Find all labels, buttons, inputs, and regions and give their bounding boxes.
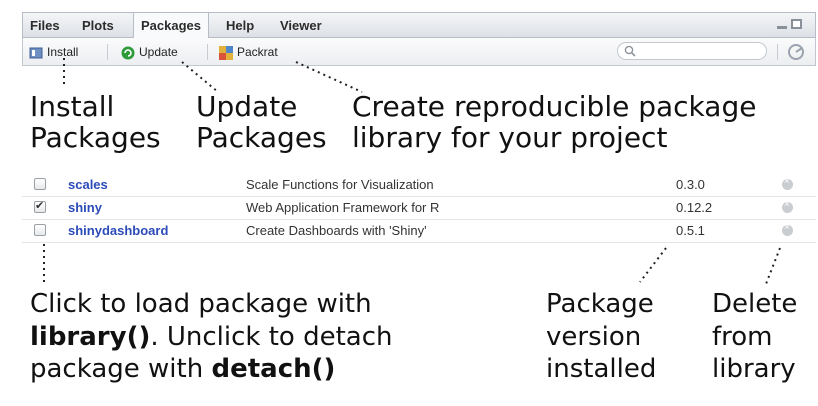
detach-code: detach() bbox=[211, 354, 336, 384]
annotation-line: version bbox=[546, 321, 642, 352]
annotation-line: package with detach() bbox=[30, 353, 393, 386]
version-leader-line bbox=[639, 247, 667, 283]
annotation-text: package with bbox=[30, 354, 212, 384]
annotation-line: Click to load package with bbox=[30, 288, 393, 321]
update-leader-line bbox=[181, 61, 219, 93]
annotation-line: Package bbox=[546, 289, 654, 319]
annotation-text: . Unclick to detach bbox=[150, 321, 393, 352]
annotation-line: from bbox=[712, 321, 773, 352]
version-annotation: Package version installed bbox=[546, 288, 656, 386]
annotation-line: library(). Unclick to detach bbox=[30, 321, 393, 354]
delete-annotation: Delete from library bbox=[712, 288, 797, 386]
load-package-annotation: Click to load package with library(). Un… bbox=[30, 288, 393, 386]
annotation-line: Delete bbox=[712, 289, 798, 319]
delete-leader-line bbox=[765, 247, 781, 285]
library-code: library() bbox=[30, 321, 151, 352]
annotation-text: Click to load package with bbox=[30, 289, 372, 319]
packrat-leader-line bbox=[295, 61, 363, 93]
annotation-line: library bbox=[712, 354, 796, 384]
annotation-line: installed bbox=[546, 354, 657, 384]
